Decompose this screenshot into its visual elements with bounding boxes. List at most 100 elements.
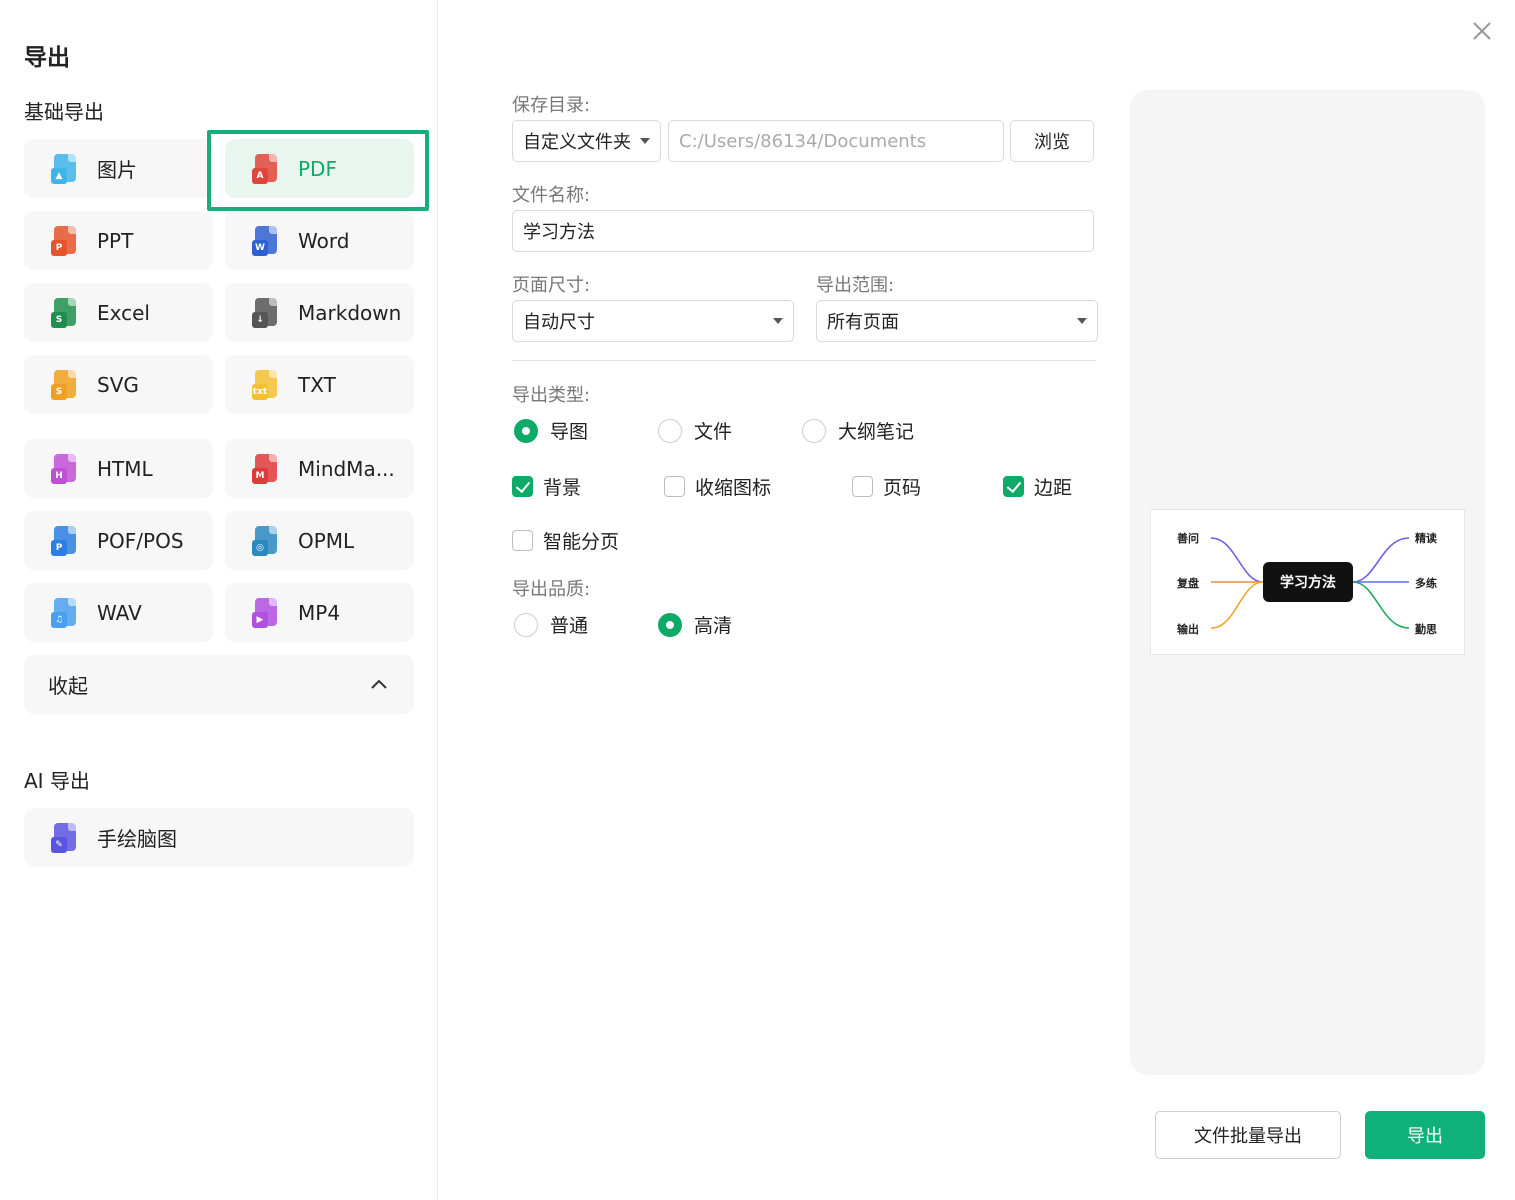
word-file-icon: W [252,225,280,256]
format-label: HTML [97,456,153,481]
radio-dot [658,612,682,637]
mindmap-center-label: 学习方法 [1280,574,1336,590]
dropdown-caret-icon [1077,318,1087,324]
radio-dot [514,418,538,443]
radio-dot [658,418,682,443]
format-button-pdf[interactable]: A PDF [225,139,414,198]
export-quality-label: 导出品质: [512,579,591,600]
format-label: 手绘脑图 [97,827,177,851]
checkbox-box [512,530,533,551]
export-range-value: 所有页面 [827,312,899,333]
batch-export-button[interactable]: 文件批量导出 [1155,1111,1341,1159]
close-icon[interactable] [1470,19,1494,43]
format-label: MindMa... [298,456,395,481]
pdf-file-icon: A [252,153,280,184]
radio-dot [802,418,826,443]
format-label: OPML [298,528,355,553]
checkbox-box [512,476,533,497]
save-dir-select[interactable]: 自定义文件夹 [512,120,661,162]
export-range-label: 导出范围: [816,275,895,296]
radio-label: 文件 [694,421,733,443]
collapse-button[interactable]: 收起 [24,655,414,714]
format-button-html[interactable]: H HTML [24,439,213,498]
option-page-number-checkbox[interactable]: 页码 [852,473,921,500]
dialog-title: 导出 [24,45,70,71]
branch-line [1352,537,1410,583]
save-dir-label: 保存目录: [512,95,591,116]
checkbox-label: 页码 [883,477,922,499]
filename-input[interactable]: 学习方法 [512,210,1094,252]
excel-file-icon: S [51,297,79,328]
txt-file-icon: txt [252,369,280,400]
format-button-mindmanager[interactable]: M MindMa... [225,439,414,498]
filename-value: 学习方法 [523,222,595,243]
save-dir-select-value: 自定义文件夹 [523,132,631,153]
option-background-checkbox[interactable]: 背景 [512,473,581,500]
branch-line [1210,581,1264,629]
mindmap-node-left: 输出 [1177,622,1199,636]
format-button-wav[interactable]: ♫ WAV [24,583,213,642]
format-label: 图片 [97,158,137,182]
image-file-icon: ▲ [51,153,79,184]
ai-export-heading: AI 导出 [24,769,90,793]
mindmap-node-right: 多练 [1415,576,1437,590]
mindmap-node-right: 勤思 [1415,622,1437,636]
format-button-excel[interactable]: S Excel [24,283,213,342]
option-smart-paging-checkbox[interactable]: 智能分页 [512,527,619,554]
handdrawn-file-icon: ✎ [51,822,79,853]
type-radio-mindmap[interactable]: 导图 [514,417,588,444]
format-button-markdown[interactable]: ↓ Markdown [225,283,414,342]
format-button-opml[interactable]: ◎ OPML [225,511,414,570]
type-radio-outline[interactable]: 大纲笔记 [802,417,914,444]
radio-label: 高清 [694,615,733,637]
option-margin-checkbox[interactable]: 边距 [1003,473,1072,500]
radio-label: 导图 [550,421,589,443]
option-collapse-icon-checkbox[interactable]: 收缩图标 [664,473,771,500]
mindmap-preview-thumbnail: 学习方法 善问 复盘 输出 精读 多练 勤思 [1150,509,1465,655]
checkbox-box [852,476,873,497]
checkbox-box [1003,476,1024,497]
basic-export-heading: 基础导出 [24,100,104,124]
format-label: PDF [298,156,337,181]
format-label: POF/POS [97,528,184,553]
opml-file-icon: ◎ [252,525,280,556]
page-size-value: 自动尺寸 [523,312,595,333]
format-label: Excel [97,300,150,325]
quality-radio-hd[interactable]: 高清 [658,611,732,638]
format-button-handdrawn[interactable]: ✎ 手绘脑图 [24,808,414,867]
branch-line [1352,581,1410,629]
format-button-pof[interactable]: P POF/POS [24,511,213,570]
quality-radio-normal[interactable]: 普通 [514,611,588,638]
format-button-mp4[interactable]: ▶ MP4 [225,583,414,642]
browse-button[interactable]: 浏览 [1010,120,1094,162]
format-button-image[interactable]: ▲ 图片 [24,139,213,198]
radio-dot [514,612,538,637]
export-button[interactable]: 导出 [1365,1111,1485,1159]
export-range-select[interactable]: 所有页面 [816,300,1098,342]
export-type-label: 导出类型: [512,385,591,406]
mindmap-node-left: 复盘 [1176,576,1199,590]
filename-label: 文件名称: [512,185,591,206]
checkbox-label: 背景 [543,477,582,499]
format-button-word[interactable]: W Word [225,211,414,270]
checkbox-label: 收缩图标 [695,477,772,499]
form-divider [512,360,1096,361]
checkbox-label: 边距 [1034,477,1073,499]
page-size-select[interactable]: 自动尺寸 [512,300,794,342]
format-label: SVG [97,372,139,397]
mindmanager-file-icon: M [252,453,280,484]
dropdown-caret-icon [640,138,650,144]
type-radio-file[interactable]: 文件 [658,417,732,444]
radio-label: 普通 [550,615,589,637]
dropdown-caret-icon [773,318,783,324]
format-label: PPT [97,228,134,253]
format-button-svg[interactable]: S SVG [24,355,213,414]
save-dir-path-value: C:/Users/86134/Documents [679,130,927,152]
format-label: MP4 [298,600,341,625]
format-label: Markdown [298,300,402,325]
format-button-txt[interactable]: txt TXT [225,355,414,414]
svg-file-icon: S [51,369,79,400]
format-button-ppt[interactable]: P PPT [24,211,213,270]
save-dir-path-field[interactable]: C:/Users/86134/Documents [668,120,1004,162]
html-file-icon: H [51,453,79,484]
